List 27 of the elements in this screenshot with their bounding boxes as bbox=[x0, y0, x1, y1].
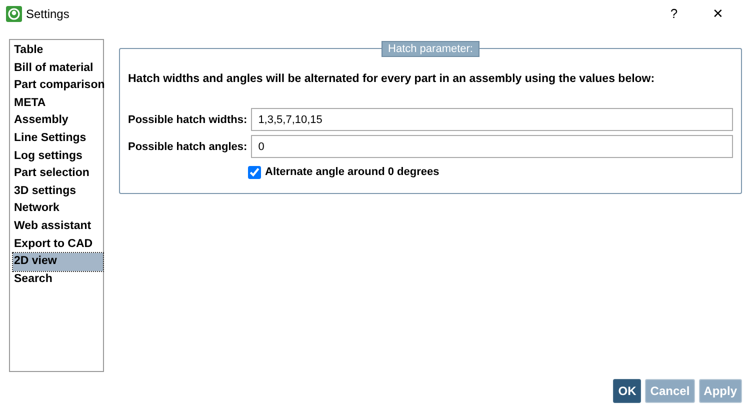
panel-title: Hatch parameter: bbox=[381, 41, 480, 57]
field-label: Possible hatch angles: bbox=[128, 140, 248, 154]
close-button[interactable]: ✕ bbox=[696, 4, 740, 24]
dialog-button[interactable]: OK bbox=[613, 379, 642, 403]
input-field[interactable]: 0 bbox=[251, 135, 733, 158]
sidebar-item[interactable]: Network bbox=[13, 200, 103, 218]
sidebar-item[interactable]: Bill of material bbox=[13, 60, 103, 78]
sidebar-item[interactable]: Export to CAD bbox=[13, 236, 103, 254]
sidebar-item[interactable]: Part selection bbox=[13, 165, 103, 183]
checkbox[interactable] bbox=[248, 166, 261, 179]
sidebar-item[interactable]: 2D view bbox=[13, 253, 103, 271]
window-title: Settings bbox=[26, 6, 70, 23]
sidebar-item[interactable]: Part comparison bbox=[13, 77, 103, 95]
sidebar-item[interactable]: Table bbox=[13, 42, 103, 60]
app-icon bbox=[6, 6, 22, 22]
sidebar-item[interactable]: Web assistant bbox=[13, 218, 103, 236]
sidebar-item[interactable]: META bbox=[13, 94, 103, 112]
input-field[interactable]: 1,3,5,7,10,15 bbox=[251, 108, 733, 132]
sidebar-item[interactable]: Assembly bbox=[13, 112, 103, 130]
sidebar-item[interactable]: Line Settings bbox=[13, 130, 103, 148]
checkbox-label: Alternate angle around 0 degrees bbox=[265, 165, 440, 180]
sidebar-item[interactable]: Log settings bbox=[13, 148, 103, 166]
field-label: Possible hatch widths: bbox=[128, 112, 248, 128]
sidebar-item[interactable]: Search bbox=[13, 270, 103, 288]
help-button[interactable]: ? bbox=[652, 4, 696, 24]
sidebar-item[interactable]: 3D settings bbox=[13, 182, 103, 200]
description-text: Hatch widths and angles will be alternated for every part in an assembly using the values below: bbox=[128, 72, 656, 87]
